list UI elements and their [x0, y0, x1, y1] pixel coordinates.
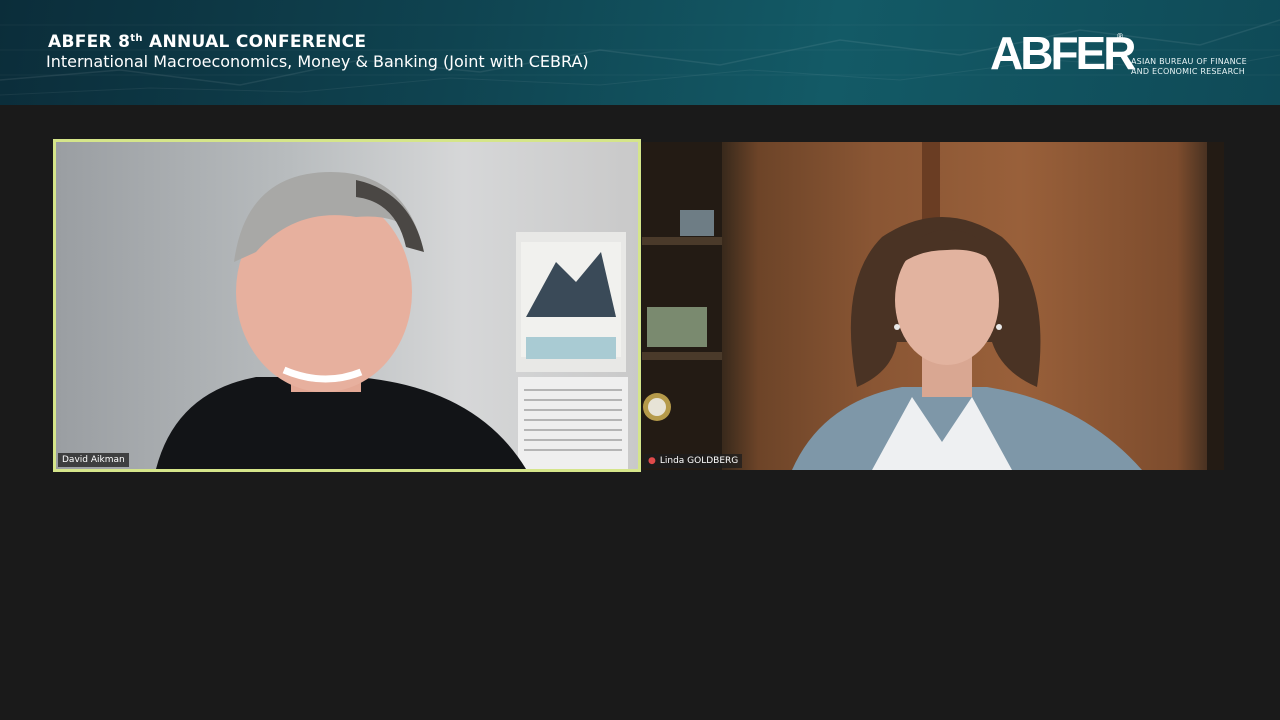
conference-subtitle: International Macroeconomics, Money & Ba… [46, 52, 589, 71]
participant-video-feed [156, 172, 628, 469]
participant-name: David Aikman [62, 455, 125, 465]
participant-name-tag: ● Linda GOLDBERG [644, 454, 743, 468]
participant-name-tag: David Aikman [58, 453, 129, 467]
conference-title-suffix: ANNUAL CONFERENCE [142, 32, 367, 52]
conference-title-sup: th [130, 33, 143, 44]
participant-name: Linda GOLDBERG [659, 456, 739, 466]
participant-video-feed [642, 142, 1224, 470]
conference-title: ABFER 8th ANNUAL CONFERENCE [48, 32, 366, 52]
video-tile-linda-goldberg[interactable]: ● Linda GOLDBERG [642, 142, 1224, 470]
logo-tagline-line1: ASIAN BUREAU OF FINANCE [1131, 57, 1247, 66]
conference-banner: ABFER 8th ANNUAL CONFERENCE Internationa… [0, 0, 1280, 105]
logo-registered-mark: ® [1116, 32, 1124, 41]
video-tile-david-aikman[interactable]: David Aikman [53, 139, 641, 472]
conference-title-prefix: ABFER 8 [48, 32, 131, 52]
abfer-logo: ABFER [990, 27, 1136, 79]
logo-tagline-line2: AND ECONOMIC RESEARCH [1131, 67, 1245, 76]
microphone-muted-icon: ● [648, 456, 656, 466]
logo-tagline: ASIAN BUREAU OF FINANCE AND ECONOMIC RES… [1131, 57, 1251, 77]
